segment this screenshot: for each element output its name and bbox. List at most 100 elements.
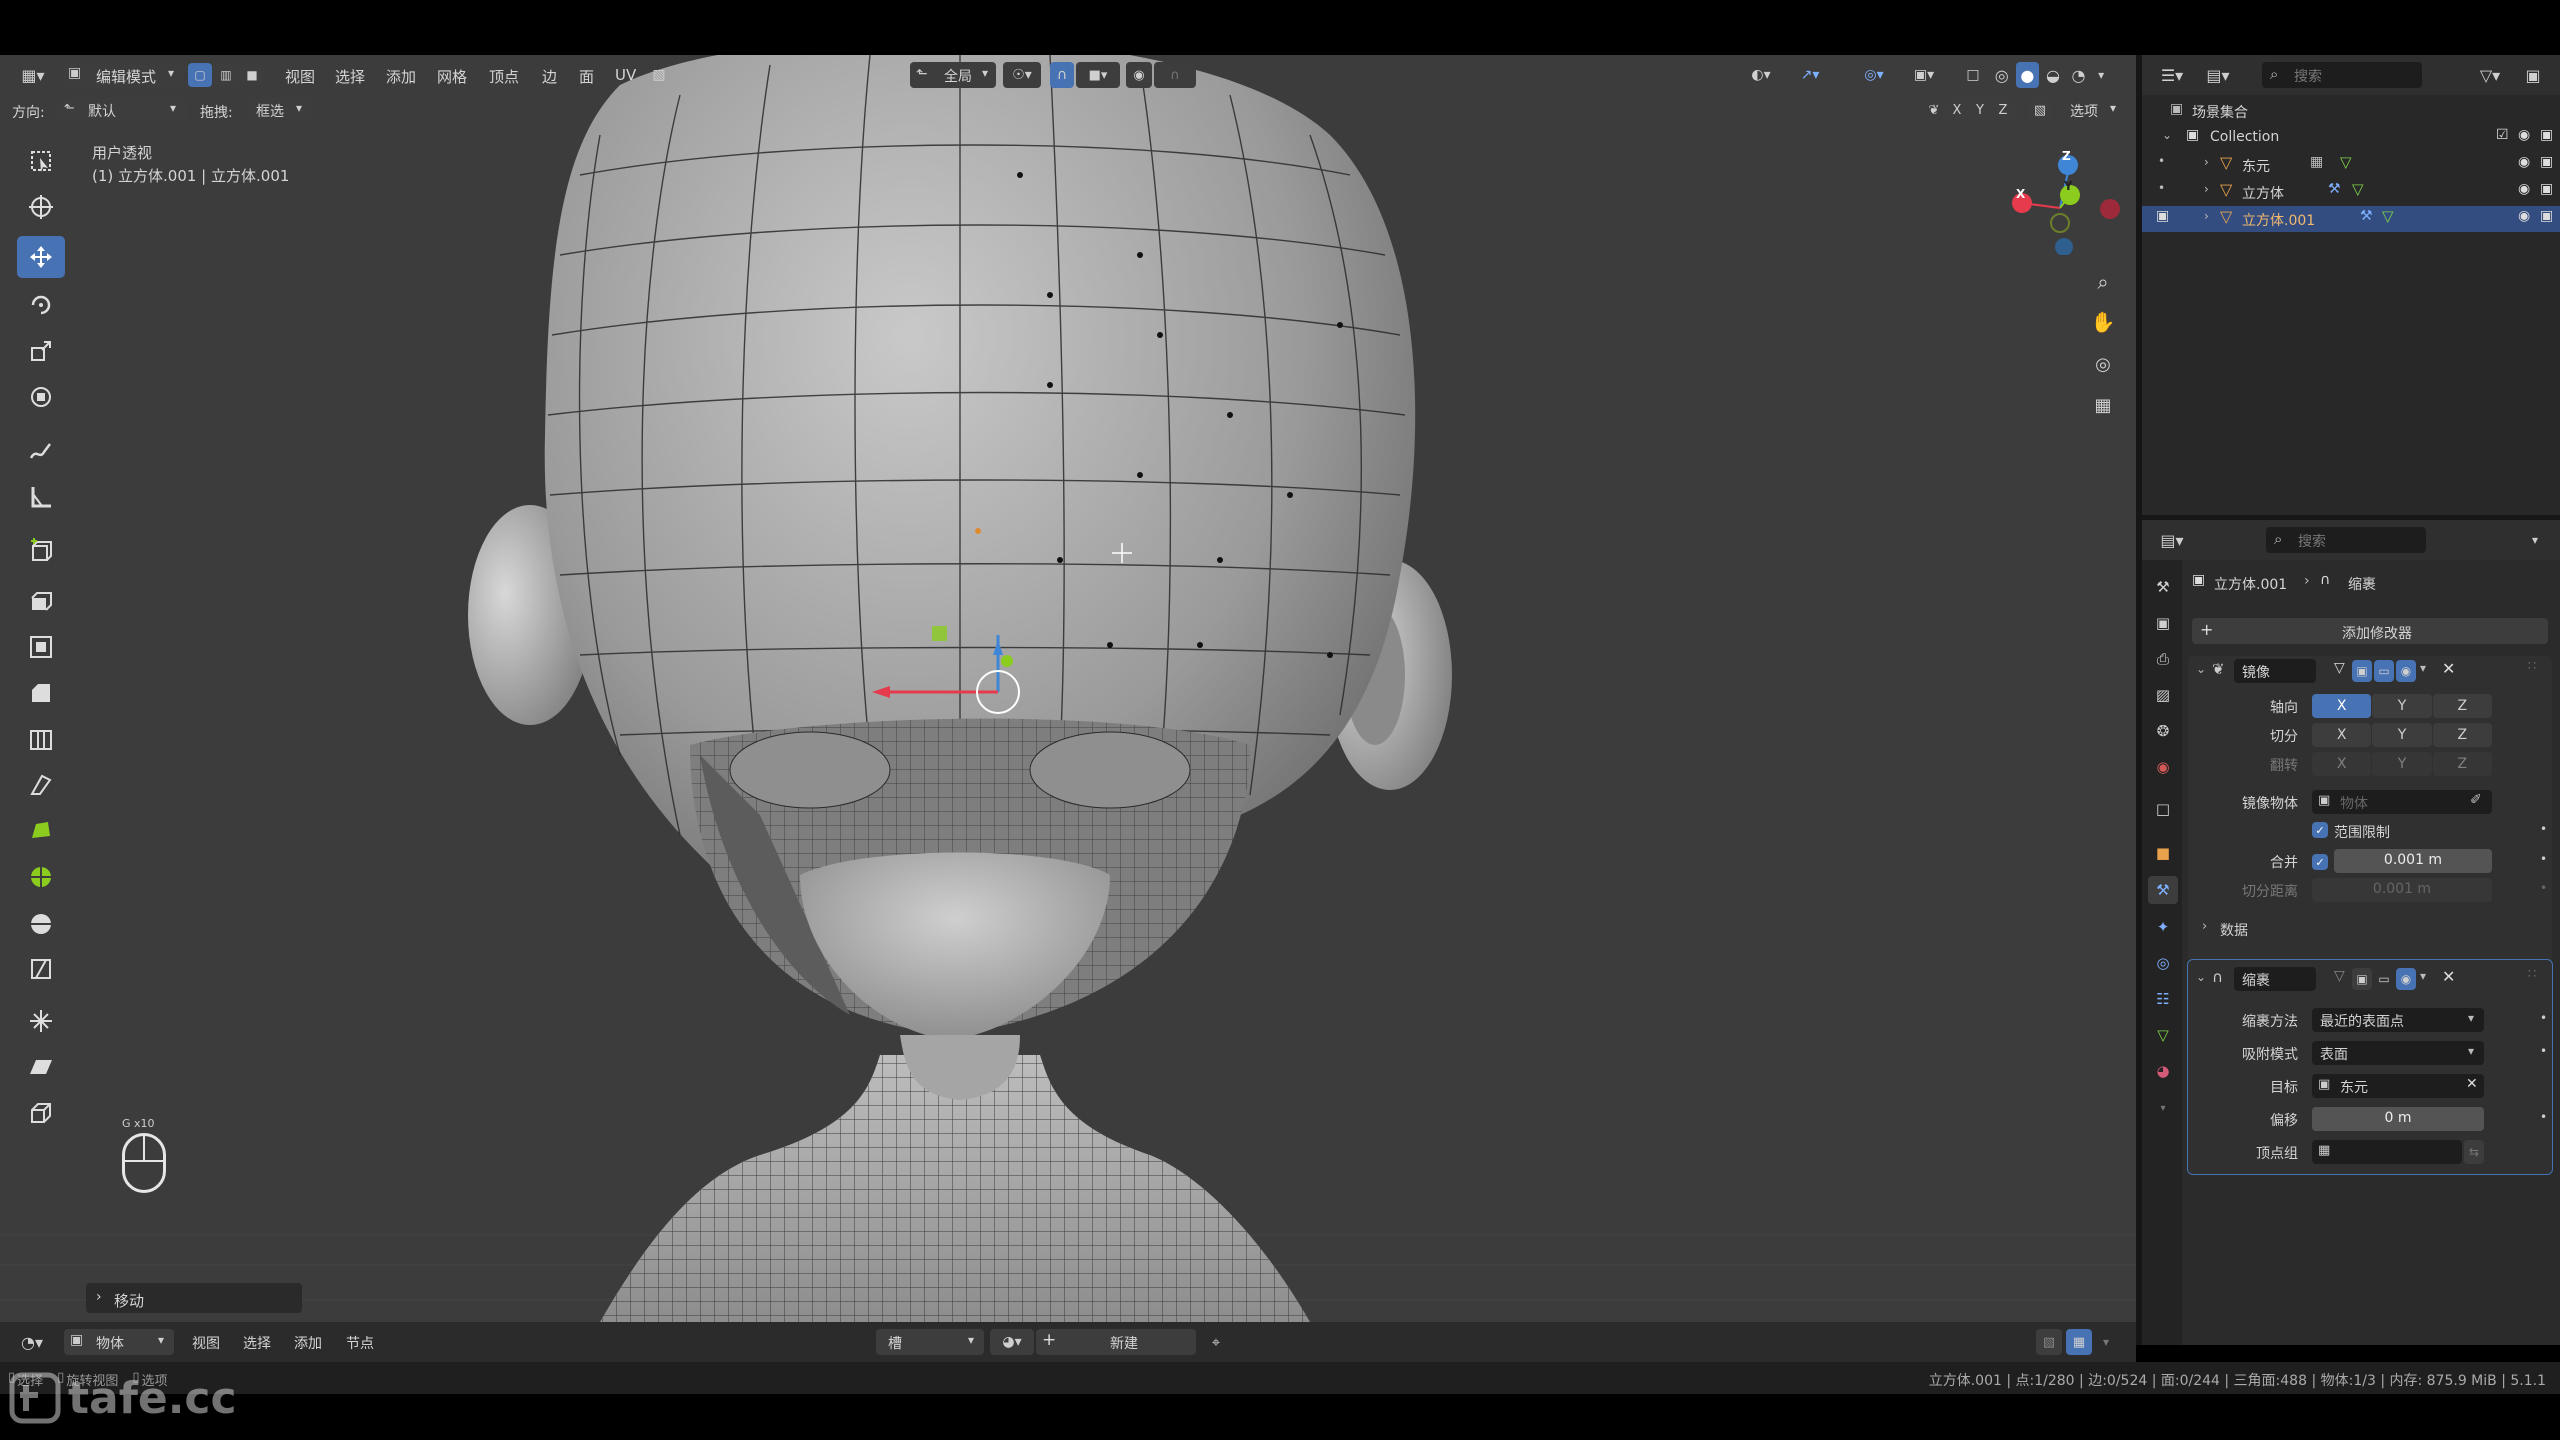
keyframe-dot-icon[interactable]: •	[2540, 1044, 2547, 1058]
slot-dropdown[interactable]: 槽 ▾	[876, 1329, 984, 1355]
xray-icon[interactable]: □	[1960, 62, 1986, 88]
mode-dropdown[interactable]: ▣ 编辑模式 ▾	[62, 62, 182, 88]
menu-face[interactable]: 面	[579, 66, 615, 87]
pin-icon[interactable]: ⌖	[1202, 1328, 1230, 1356]
visibility-selectability-icon[interactable]: ◐▾	[1742, 62, 1780, 88]
eye-icon[interactable]: ◉	[2518, 154, 2530, 170]
chevron-down-icon[interactable]: ⌄	[2162, 128, 2172, 142]
options-dropdown[interactable]: 选项 ▾	[2060, 98, 2126, 122]
editor-type-icon[interactable]: ◔▾	[12, 1328, 52, 1356]
snap-toggle-icon[interactable]: ▦	[2066, 1329, 2092, 1355]
bisect-y-toggle[interactable]: Y	[2372, 723, 2432, 747]
wireframe-shading-icon[interactable]: ◎	[1990, 62, 2014, 88]
uv-unwrap-icon[interactable]: ▧	[648, 62, 670, 88]
menu-select[interactable]: 选择	[335, 66, 386, 87]
data-tab-icon[interactable]: ▽	[2150, 1022, 2176, 1048]
keyframe-dot-icon[interactable]: •	[2540, 881, 2547, 895]
snap-magnet-icon[interactable]: ∩	[1050, 62, 1074, 88]
viewport[interactable]: 用户透视 (1) 立方体.001 | 立方体.001 Z Y X ⌕ ✋ ◎ ▦…	[0, 55, 2136, 1322]
keyframe-dot-icon[interactable]: •	[2540, 852, 2547, 866]
knife-tool[interactable]	[17, 764, 65, 806]
mirror-y-toggle[interactable]: Y	[1969, 98, 1991, 122]
keyframe-dot-icon[interactable]: •	[2540, 1011, 2547, 1025]
render-toggle-icon[interactable]: ◉	[2396, 968, 2416, 990]
transform-orientation-dropdown[interactable]: ⬑ 全局 ▾	[910, 62, 996, 88]
menu-mesh[interactable]: 网格	[437, 66, 489, 87]
chevron-down-icon[interactable]: ▾	[2522, 526, 2548, 554]
bisect-distance-field[interactable]: 0.001 m	[2312, 878, 2492, 902]
overlays-icon[interactable]: ◎▾	[1852, 62, 1896, 88]
chevron-down-icon[interactable]: ⌄	[2196, 662, 2206, 676]
vertex-select-icon[interactable]: ▢	[188, 63, 212, 87]
eyedropper-icon[interactable]: ✐	[2470, 792, 2482, 808]
output-tab-icon[interactable]: ⎙	[2150, 646, 2176, 672]
cursor-tool[interactable]	[17, 186, 65, 228]
move-tool[interactable]	[17, 236, 65, 278]
camera-render-icon[interactable]: ▣	[2540, 181, 2553, 197]
view-layer-tab-icon[interactable]: ▨	[2150, 682, 2176, 708]
material-shading-icon[interactable]: ◒	[2041, 62, 2065, 88]
shear-tool[interactable]	[17, 1046, 65, 1088]
target-field[interactable]: ▣ 东元 ✕	[2312, 1074, 2484, 1098]
close-icon[interactable]: ✕	[2442, 967, 2455, 986]
constraints-tab-icon[interactable]: ☷	[2150, 986, 2176, 1012]
viewport-toggle-icon[interactable]: ▭	[2374, 968, 2394, 990]
render-tab-icon[interactable]: ▣	[2150, 610, 2176, 636]
mirror-z-toggle[interactable]: Z	[1992, 98, 2014, 122]
display-mode-icon[interactable]: ▤▾	[2198, 61, 2238, 89]
chevron-down-icon[interactable]: ▾	[2092, 62, 2110, 88]
chevron-right-icon[interactable]: ›	[2204, 182, 2209, 196]
menu-add[interactable]: 添加	[294, 1333, 346, 1353]
edge-slide-tool[interactable]	[17, 948, 65, 990]
checkbox-icon[interactable]: ☑	[2496, 127, 2509, 143]
filter-icon[interactable]: ▽▾	[2470, 61, 2510, 89]
eye-icon[interactable]: ◉	[2518, 181, 2530, 197]
grid-view-icon[interactable]: ▦	[2088, 390, 2118, 420]
drag-handle-icon[interactable]: ∷	[2528, 967, 2536, 982]
data-subpanel-header[interactable]: › 数据	[2202, 916, 2542, 942]
chevron-down-icon[interactable]: ▾	[2420, 661, 2426, 675]
annotate-tool[interactable]	[17, 430, 65, 472]
keyframe-dot-icon[interactable]: •	[2540, 1110, 2547, 1124]
camera-render-icon[interactable]: ▣	[2540, 208, 2553, 224]
chevron-right-icon[interactable]: ›	[2204, 155, 2209, 169]
solid-shading-icon[interactable]: ●	[2015, 62, 2040, 88]
menu-select[interactable]: 选择	[243, 1333, 294, 1353]
object-mode-dropdown[interactable]: ▣ 物体 ▾	[64, 1329, 174, 1355]
camera-render-icon[interactable]: ▣	[2540, 127, 2553, 143]
object-tab-icon[interactable]: ■	[2150, 840, 2176, 866]
offset-field[interactable]: 0 m	[2312, 1107, 2484, 1131]
invert-arrows-icon[interactable]: ⇆	[2464, 1140, 2484, 1164]
snap-mode-dropdown[interactable]: 表面 ▾	[2312, 1041, 2484, 1065]
close-icon[interactable]: ✕	[2442, 659, 2455, 678]
scene-tab-icon[interactable]: ❂	[2150, 718, 2176, 744]
add-modifier-button[interactable]: + 添加修改器	[2192, 618, 2548, 644]
bevel-tool[interactable]	[17, 672, 65, 714]
mirror-object-field[interactable]: ▣ 物体 ✐	[2312, 790, 2492, 814]
menu-add[interactable]: 添加	[386, 66, 437, 87]
edge-select-icon[interactable]: ▥	[214, 63, 238, 87]
uv-sync-icon[interactable]: ▧	[2028, 98, 2052, 122]
editor-type-icon[interactable]: ▤▾	[2152, 526, 2192, 554]
merge-distance-field[interactable]: 0.001 m	[2334, 849, 2492, 873]
transform-tool[interactable]	[17, 376, 65, 418]
properties-search[interactable]: ⌕ 搜索	[2266, 527, 2426, 553]
menu-node[interactable]: 节点	[346, 1333, 398, 1353]
editor-type-icon[interactable]: ▦▾	[12, 61, 54, 89]
physics-tab-icon[interactable]: ◎	[2150, 950, 2176, 976]
chevron-down-icon[interactable]: ▾	[2150, 1098, 2176, 1118]
vertex-group-field[interactable]: ▦	[2312, 1140, 2462, 1164]
merge-checkbox[interactable]: ✓	[2312, 854, 2328, 870]
eye-icon[interactable]: ◉	[2518, 208, 2530, 224]
add-cube-tool[interactable]	[17, 530, 65, 572]
camera-render-icon[interactable]: ▣	[2540, 154, 2553, 170]
zoom-icon[interactable]: ⌕	[2088, 267, 2118, 297]
chevron-down-icon[interactable]: ▾	[2096, 1329, 2116, 1355]
last-operator-panel[interactable]: › 移动	[86, 1283, 302, 1313]
menu-edge[interactable]: 边	[542, 66, 579, 87]
menu-view[interactable]: 视图	[285, 66, 335, 87]
overlay-toggle-icon[interactable]: ▧	[2036, 1329, 2062, 1355]
tree-row-object[interactable]: • › ▽ 东元 ▦ ▽ ◉ ▣	[2142, 152, 2560, 178]
collection-tab-icon[interactable]: □	[2150, 796, 2176, 822]
navigation-gizmo[interactable]: Z Y X	[2000, 145, 2120, 256]
